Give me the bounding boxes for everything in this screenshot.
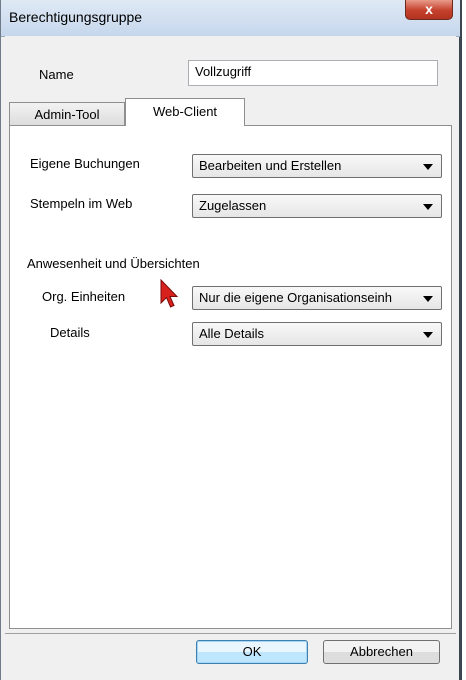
eigene-buchungen-select[interactable]: Bearbeiten und Erstellen bbox=[192, 154, 442, 178]
stempeln-im-web-select[interactable]: Zugelassen bbox=[192, 194, 442, 218]
ok-button[interactable]: OK bbox=[196, 640, 308, 664]
tab-admin-tool[interactable]: Admin-Tool bbox=[9, 102, 125, 126]
dialog-body: Name Vollzugriff Admin-Tool Web-Client E… bbox=[5, 36, 456, 680]
org-einheiten-select[interactable]: Nur die eigene Organisationseinh bbox=[192, 286, 442, 310]
org-einheiten-value: Nur die eigene Organisationseinh bbox=[199, 290, 392, 305]
dialog-window: Berechtigungsgruppe x Name Vollzugriff A… bbox=[0, 0, 462, 680]
details-value: Alle Details bbox=[199, 326, 265, 341]
eigene-buchungen-value: Bearbeiten und Erstellen bbox=[199, 158, 342, 173]
name-field[interactable]: Vollzugriff bbox=[188, 60, 438, 86]
chevron-down-icon bbox=[423, 332, 433, 338]
stempeln-im-web-label: Stempeln im Web bbox=[30, 196, 133, 211]
title-bar[interactable]: Berechtigungsgruppe x bbox=[1, 0, 460, 37]
details-select[interactable]: Alle Details bbox=[192, 322, 442, 346]
window-title: Berechtigungsgruppe bbox=[9, 9, 143, 25]
name-label: Name bbox=[39, 67, 74, 82]
chevron-down-icon bbox=[423, 204, 433, 210]
eigene-buchungen-label: Eigene Buchungen bbox=[30, 156, 140, 171]
close-button[interactable]: x bbox=[405, 0, 453, 20]
mouse-pointer-icon bbox=[160, 279, 179, 308]
details-label: Details bbox=[50, 325, 90, 340]
web-client-panel: Eigene Buchungen Bearbeiten und Erstelle… bbox=[9, 125, 452, 629]
close-icon: x bbox=[425, 1, 433, 17]
chevron-down-icon bbox=[423, 296, 433, 302]
footer-divider bbox=[5, 633, 456, 634]
org-einheiten-label: Org. Einheiten bbox=[42, 289, 126, 304]
tab-web-client[interactable]: Web-Client bbox=[125, 98, 245, 126]
chevron-down-icon bbox=[423, 164, 433, 170]
section-title: Anwesenheit und Übersichten bbox=[27, 256, 200, 271]
stempeln-im-web-value: Zugelassen bbox=[199, 198, 267, 213]
cancel-button[interactable]: Abbrechen bbox=[323, 640, 440, 664]
